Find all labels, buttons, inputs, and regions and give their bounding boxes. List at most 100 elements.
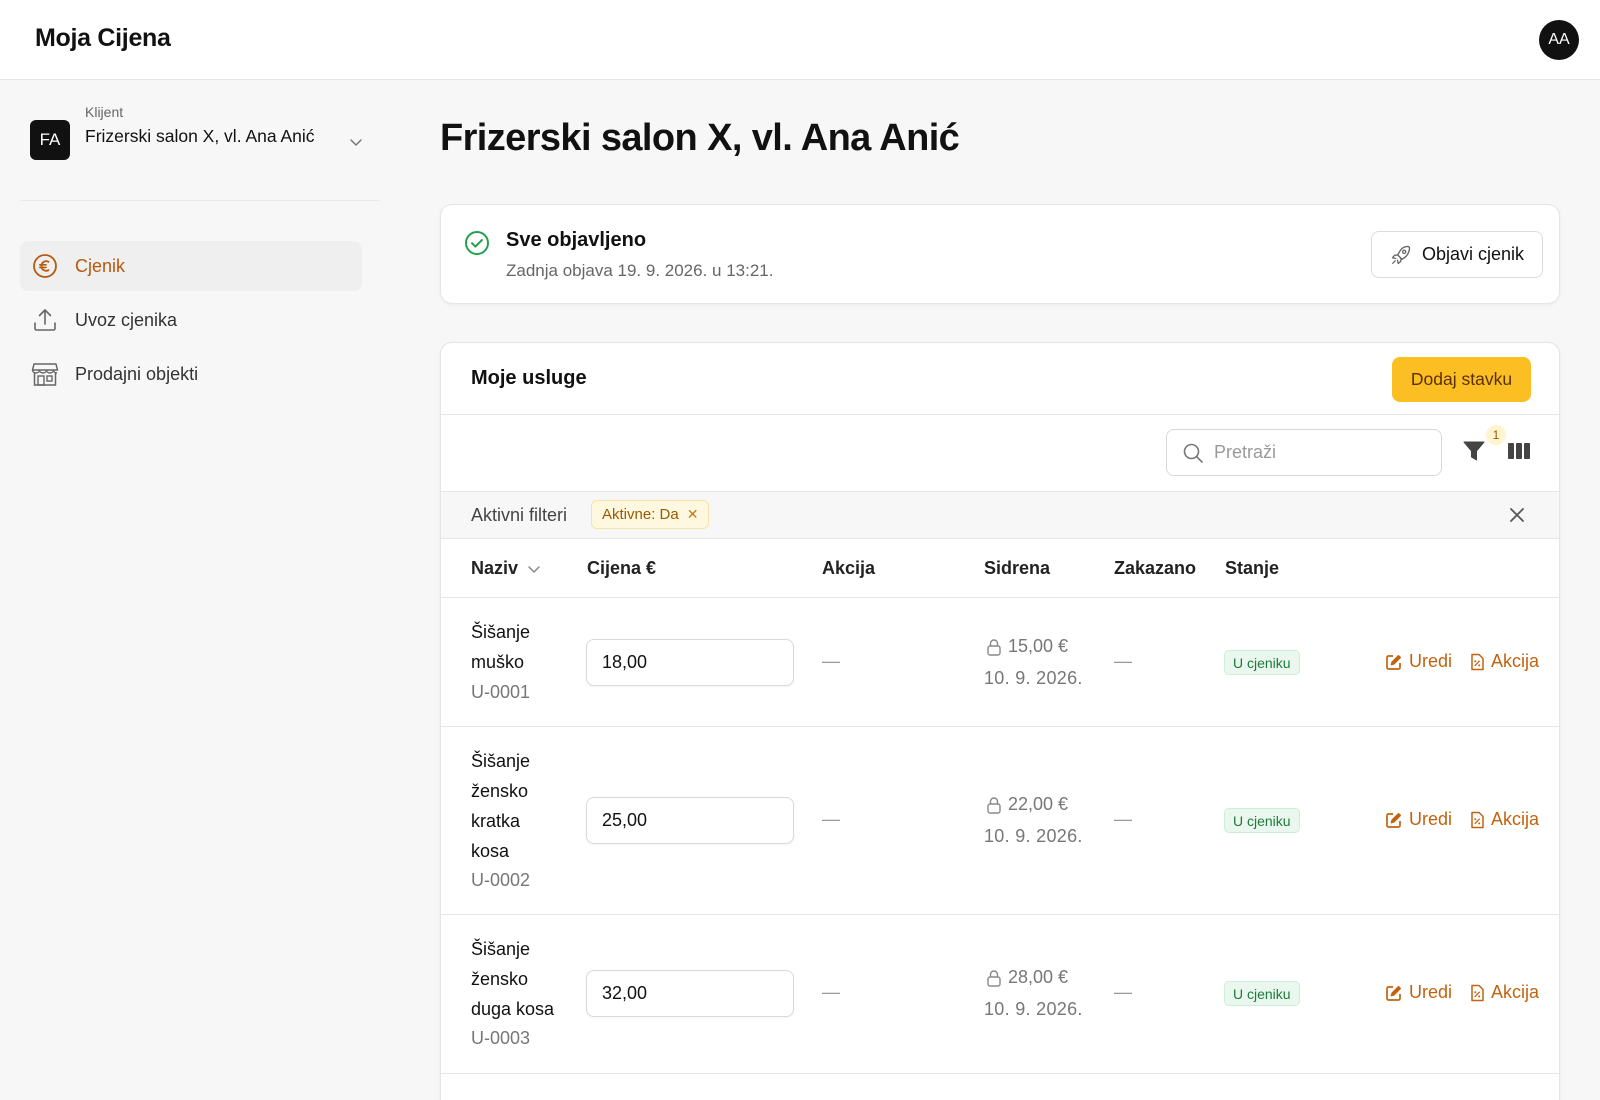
service-name-line: Šišanje: [471, 622, 531, 642]
promo-link[interactable]: Akcija: [1469, 982, 1539, 1003]
discount-icon: [1469, 653, 1485, 671]
column-header-name[interactable]: Naziv: [471, 558, 542, 579]
column-header-state: Stanje: [1225, 558, 1280, 578]
price-input[interactable]: [586, 639, 794, 686]
promo-label: Akcija: [1491, 651, 1540, 671]
sidebar-item-cjenik[interactable]: Cjenik: [20, 241, 362, 291]
service-name-line: muško: [471, 652, 525, 672]
filter-icon[interactable]: [1463, 440, 1485, 467]
service-name-line: žensko: [471, 781, 529, 801]
anchor-date: 10. 9. 2026.: [984, 826, 1083, 846]
active-filters-bar: Aktivni filteri Aktivne: Da ✕: [441, 492, 1559, 538]
chevron-down-icon: [348, 134, 364, 155]
service-name-line: Šišanje: [471, 939, 531, 959]
search-field[interactable]: [1166, 429, 1442, 476]
anchor-price-value: 15,00 €: [1008, 636, 1069, 656]
status-badge: U cjeniku: [1224, 808, 1300, 833]
chevron-down-icon: [526, 561, 542, 577]
status-badge: U cjeniku: [1224, 650, 1300, 675]
anchor-price: 22,00 €: [986, 794, 1068, 815]
status-subtitle: Zadnja objava 19. 9. 2026. u 13:21.: [506, 261, 774, 280]
divider: [441, 1073, 1559, 1074]
lock-icon: [986, 969, 1002, 987]
price-input[interactable]: [586, 970, 794, 1017]
promo-link[interactable]: Akcija: [1469, 809, 1539, 830]
sidebar-item-prodajni-objekti[interactable]: Prodajni objekti: [20, 349, 362, 399]
store-icon: [30, 359, 60, 389]
service-code: U-0002: [471, 870, 531, 890]
service-name: Šišanje žensko duga kosa: [471, 934, 571, 1024]
lock-icon: [986, 796, 1002, 814]
promo-link[interactable]: Akcija: [1469, 651, 1539, 672]
publish-status-card: Sve objavljeno Zadnja objava 19. 9. 2026…: [440, 204, 1560, 304]
upload-icon: [30, 305, 60, 335]
edit-link[interactable]: Uredi: [1385, 651, 1452, 672]
service-name: Šišanje žensko kratka kosa: [471, 746, 571, 866]
edit-label: Uredi: [1409, 982, 1453, 1002]
status-badge: U cjeniku: [1224, 981, 1300, 1006]
columns-icon[interactable]: [1507, 441, 1531, 466]
client-caption: Klijent: [85, 104, 124, 120]
service-code: U-0003: [471, 1028, 531, 1048]
remove-filter-icon[interactable]: ✕: [687, 506, 699, 523]
service-name-line: Šišanje: [471, 751, 531, 771]
status-title: Sve objavljeno: [506, 229, 647, 251]
service-name-line: kratka: [471, 811, 521, 831]
promo-label: Akcija: [1491, 809, 1540, 829]
service-name-line: duga kosa: [471, 999, 555, 1019]
sidebar: FA Klijent Frizerski salon X, vl. Ana An…: [0, 80, 400, 1100]
service-code: U-0001: [471, 682, 531, 702]
edit-icon: [1385, 811, 1403, 829]
column-header-anchor: Sidrena: [984, 558, 1051, 578]
edit-icon: [1385, 984, 1403, 1002]
divider: [441, 538, 1559, 539]
check-circle-icon: [464, 230, 490, 261]
edit-icon: [1385, 653, 1403, 671]
add-item-button[interactable]: Dodaj stavku: [1392, 357, 1531, 402]
discount-icon: [1469, 984, 1485, 1002]
price-input[interactable]: [586, 797, 794, 844]
anchor-price-value: 22,00 €: [1008, 794, 1069, 814]
lock-icon: [986, 638, 1002, 656]
sidebar-item-label: Uvoz cjenika: [75, 309, 178, 330]
close-icon[interactable]: [1508, 506, 1526, 529]
publish-pricelist-label: Objavi cjenik: [1421, 244, 1525, 264]
service-name: Šišanje muško: [471, 617, 571, 677]
edit-link[interactable]: Uredi: [1385, 982, 1452, 1003]
anchor-date: 10. 9. 2026.: [984, 999, 1083, 1019]
euro-circle-icon: [30, 251, 60, 281]
discount-icon: [1469, 811, 1485, 829]
anchor-price-value: 28,00 €: [1008, 967, 1069, 987]
scheduled-value: —: [1114, 651, 1132, 671]
table-row: Šišanje žensko kratka kosa U-0002 — 22,0…: [441, 727, 1559, 913]
service-name-line: kosa: [471, 841, 510, 861]
service-name-line: žensko: [471, 969, 529, 989]
app-title[interactable]: Moja Cijena: [35, 24, 171, 53]
scheduled-value: —: [1114, 809, 1132, 829]
scheduled-value: —: [1114, 982, 1132, 1002]
column-header-scheduled: Zakazano: [1114, 558, 1197, 578]
user-avatar[interactable]: AA: [1539, 20, 1579, 60]
services-card: Moje usluge Dodaj stavku 1 Aktivni filte…: [440, 342, 1560, 1100]
client-name: Frizerski salon X, vl. Ana Anić: [85, 126, 315, 146]
filter-chip[interactable]: Aktivne: Da ✕: [591, 500, 710, 529]
sidebar-item-uvoz-cjenika[interactable]: Uvoz cjenika: [20, 295, 362, 345]
promo-label: Akcija: [1491, 982, 1540, 1002]
services-title: Moje usluge: [471, 367, 587, 389]
edit-link[interactable]: Uredi: [1385, 809, 1452, 830]
search-input[interactable]: [1214, 442, 1434, 463]
divider: [441, 414, 1559, 415]
top-bar: Moja Cijena AA: [0, 0, 1600, 80]
promo-value: —: [822, 982, 840, 1002]
sidebar-item-label: Prodajni objekti: [75, 363, 199, 384]
promo-value: —: [822, 651, 840, 671]
filter-chip-label: Aktivne: Da: [602, 506, 679, 523]
search-icon: [1182, 442, 1204, 464]
sidebar-item-label: Cjenik: [75, 255, 126, 276]
column-header-label: Naziv: [471, 558, 519, 578]
anchor-date: 10. 9. 2026.: [984, 668, 1083, 688]
rocket-icon: [1390, 244, 1412, 266]
filter-count-badge: 1: [1486, 425, 1506, 445]
client-selector[interactable]: FA Klijent Frizerski salon X, vl. Ana An…: [30, 104, 375, 180]
publish-pricelist-button[interactable]: Objavi cjenik: [1371, 231, 1543, 278]
